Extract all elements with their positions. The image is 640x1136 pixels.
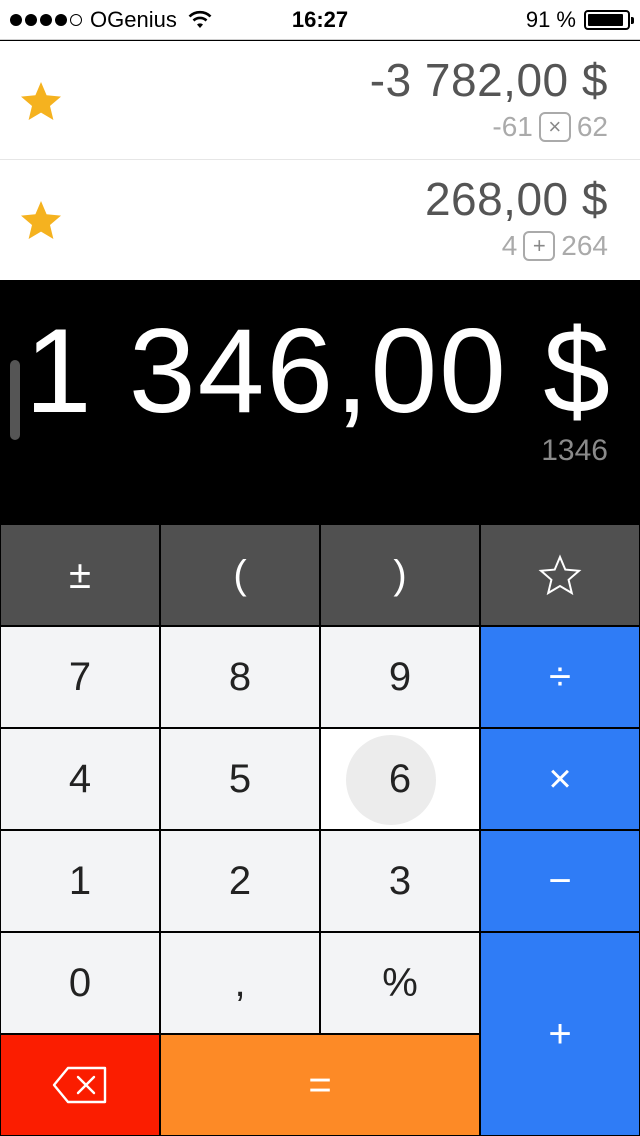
digit-7-label: 7 (68, 654, 92, 699)
wifi-icon (188, 10, 212, 28)
digit-6-label: 6 (388, 756, 412, 801)
divide-label: ÷ (549, 654, 571, 699)
divide-button[interactable]: ÷ (480, 626, 640, 728)
history-item[interactable]: -3 782,00 $ -61 × 62 (0, 41, 640, 160)
status-right: 91 % (525, 6, 634, 33)
history-result: 268,00 $ (424, 173, 608, 225)
digit-4-label: 4 (68, 756, 92, 801)
result-display: 1 346,00 $ 1346 (0, 280, 640, 524)
digit-7-button[interactable]: 7 (0, 626, 160, 728)
signal-dot (70, 13, 82, 26)
digit-9-label: 9 (388, 654, 412, 699)
digit-1-button[interactable]: 1 (0, 830, 160, 932)
history-operator: × (538, 112, 571, 142)
plus-minus-label: ± (69, 552, 91, 597)
open-paren-button[interactable]: ( (160, 524, 320, 626)
favorite-button[interactable] (480, 524, 640, 626)
equals-label: = (308, 1062, 332, 1107)
plus-button[interactable]: + (480, 932, 640, 1136)
battery-percentage: 91 % (525, 6, 576, 32)
status-bar: OGenius 16:27 91 % (0, 0, 640, 40)
digit-5-button[interactable]: 5 (160, 728, 320, 830)
history-item[interactable]: 268,00 $ 4 + 264 (0, 160, 640, 280)
equals-button[interactable]: = (160, 1034, 480, 1136)
close-paren-label: ) (393, 552, 407, 597)
close-paren-button[interactable]: ) (320, 524, 480, 626)
plus-minus-button[interactable]: ± (0, 524, 160, 626)
digit-2-button[interactable]: 2 (160, 830, 320, 932)
digit-1-label: 1 (68, 858, 92, 903)
digit-8-label: 8 (228, 654, 252, 699)
battery-fill (588, 13, 623, 26)
history-operand: -61 (492, 111, 533, 142)
status-left: OGenius (10, 7, 526, 33)
history-operator: + (523, 231, 556, 261)
star-outline-icon (538, 554, 582, 596)
digit-2-label: 2 (228, 858, 252, 903)
digit-0-label: 0 (68, 960, 92, 1005)
signal-dot (25, 13, 37, 26)
history-operand: 62 (576, 111, 608, 142)
decimal-comma-button[interactable]: , (160, 932, 320, 1034)
signal-dot (10, 13, 22, 26)
signal-dot (40, 13, 52, 26)
star-icon[interactable] (18, 79, 64, 123)
history-operand: 4 (501, 230, 518, 261)
history-operand: 264 (561, 230, 608, 261)
minus-button[interactable]: − (480, 830, 640, 932)
percent-button[interactable]: % (320, 932, 480, 1034)
digit-3-label: 3 (388, 858, 412, 903)
star-icon[interactable] (18, 198, 64, 242)
digit-4-button[interactable]: 4 (0, 728, 160, 830)
digit-8-button[interactable]: 8 (160, 626, 320, 728)
open-paren-label: ( (233, 552, 247, 597)
digit-6-button[interactable]: 6 (320, 728, 480, 830)
backspace-icon (52, 1066, 107, 1104)
plus-label: + (548, 1011, 572, 1056)
signal-dot (55, 13, 67, 26)
digit-3-button[interactable]: 3 (320, 830, 480, 932)
status-time: 16:27 (291, 6, 349, 32)
percent-label: % (382, 960, 418, 1005)
multiply-label: × (548, 756, 572, 801)
keypad: ± ( ) 7 8 9 ÷ 4 5 6 × 1 2 3 − 0 , % + = (0, 524, 640, 1136)
digit-5-label: 5 (228, 756, 252, 801)
digit-0-button[interactable]: 0 (0, 932, 160, 1034)
signal-strength-icon (10, 13, 82, 26)
history-expression: -61 × 62 (492, 111, 608, 143)
display-value: 1 346,00 $ (24, 304, 612, 438)
drag-handle[interactable] (10, 360, 20, 440)
display-raw-value: 1346 (541, 434, 608, 467)
history-result: -3 782,00 $ (369, 54, 608, 106)
battery-icon (584, 9, 634, 30)
history-expression: 4 + 264 (502, 230, 608, 262)
minus-label: − (548, 858, 572, 903)
decimal-comma-label: , (234, 960, 246, 1005)
carrier-name: OGenius (90, 6, 177, 32)
history-list[interactable]: -3 782,00 $ -61 × 62 268,00 $ 4 + 264 (0, 41, 640, 280)
digit-9-button[interactable]: 9 (320, 626, 480, 728)
backspace-button[interactable] (0, 1034, 160, 1136)
multiply-button[interactable]: × (480, 728, 640, 830)
